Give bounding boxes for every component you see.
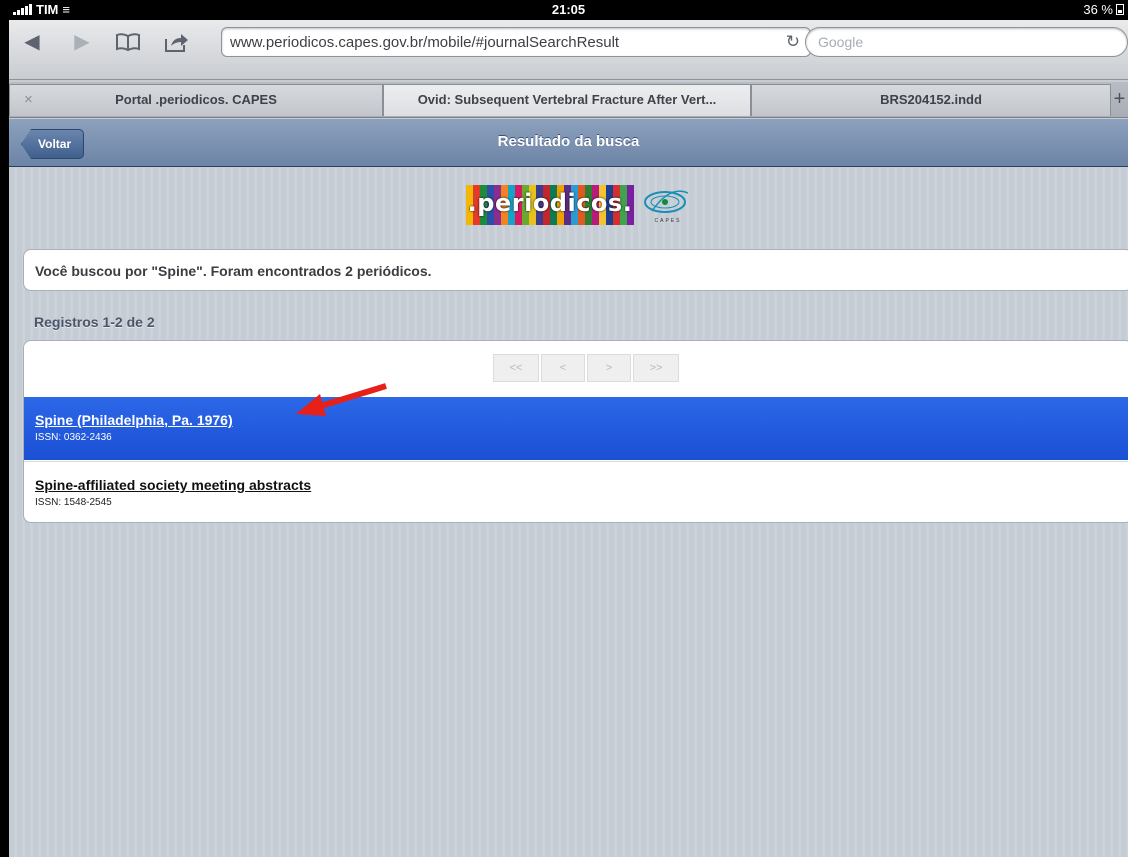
tab-portal-periodicos[interactable]: × Portal .periodicos. CAPES — [9, 84, 383, 116]
main-content: .periodicos. CAPES Você buscou por "Spin… — [9, 168, 1128, 857]
next-page-button[interactable]: > — [587, 354, 631, 382]
records-count: Registros 1-2 de 2 — [34, 314, 155, 330]
ipad-screen: TIM ≡ 21:05 36 % ◀ ▶ www.periodicos.cape… — [9, 0, 1128, 857]
first-page-button[interactable]: << — [493, 354, 539, 382]
search-summary-box: Você buscou por "Spine". Foram encontrad… — [23, 249, 1128, 291]
forward-icon[interactable]: ▶ — [67, 28, 97, 56]
journal-issn: ISSN: 1548-2545 — [35, 497, 112, 508]
logo-text: .periodicos. — [467, 189, 633, 217]
tab-label: Portal .periodicos. CAPES — [115, 92, 277, 107]
capes-text: CAPES — [654, 218, 682, 224]
tab-bar: × Portal .periodicos. CAPES Ovid: Subseq… — [9, 82, 1128, 118]
bookmarks-icon[interactable] — [113, 28, 143, 56]
tab-label: Ovid: Subsequent Vertebral Fracture Afte… — [417, 92, 717, 107]
journal-title-link[interactable]: Spine (Philadelphia, Pa. 1976) — [35, 412, 233, 428]
status-bar: TIM ≡ 21:05 36 % — [9, 0, 1128, 20]
battery-percent: 36 % — [1083, 2, 1113, 17]
tab-ovid[interactable]: Ovid: Subsequent Vertebral Fracture Afte… — [383, 84, 751, 116]
search-input[interactable]: Google — [805, 27, 1128, 57]
annotation-arrow-icon — [296, 383, 387, 416]
battery-info: 36 % — [1083, 2, 1124, 17]
back-icon[interactable]: ◀ — [17, 28, 47, 56]
url-field[interactable]: www.periodicos.capes.gov.br/mobile/#jour… — [221, 27, 811, 57]
reload-icon[interactable]: ↻ — [786, 32, 800, 52]
list-item-selected[interactable]: Spine (Philadelphia, Pa. 1976) ISSN: 036… — [24, 397, 1128, 460]
pagination: << < > >> — [493, 354, 679, 382]
list-item[interactable]: Spine-affiliated society meeting abstrac… — [24, 461, 1128, 522]
prev-page-button[interactable]: < — [541, 354, 585, 382]
browser-toolbar: ◀ ▶ www.periodicos.capes.gov.br/mobile/#… — [9, 20, 1128, 80]
app-navbar: Voltar Resultado da busca — [9, 119, 1128, 167]
results-list: << < > >> Spine (Philadelphia, Pa. 1976)… — [23, 340, 1128, 523]
search-summary: Você buscou por "Spine". Foram encontrad… — [35, 263, 432, 279]
url-text: www.periodicos.capes.gov.br/mobile/#jour… — [230, 34, 620, 51]
last-page-button[interactable]: >> — [633, 354, 679, 382]
tab-label: BRS204152.indd — [880, 92, 982, 107]
add-tab-icon[interactable]: + — [1111, 84, 1128, 116]
share-icon[interactable] — [161, 28, 191, 56]
battery-icon — [1116, 4, 1124, 15]
tab-brs204152[interactable]: BRS204152.indd — [751, 84, 1111, 116]
journal-issn: ISSN: 0362-2436 — [35, 432, 112, 443]
status-time: 21:05 — [551, 2, 586, 17]
search-placeholder: Google — [818, 34, 864, 50]
page-title: Resultado da busca — [497, 133, 640, 150]
journal-title-link[interactable]: Spine-affiliated society meeting abstrac… — [35, 477, 311, 493]
periodicos-logo: .periodicos. CAPES — [466, 183, 696, 229]
close-icon[interactable]: × — [24, 85, 33, 115]
